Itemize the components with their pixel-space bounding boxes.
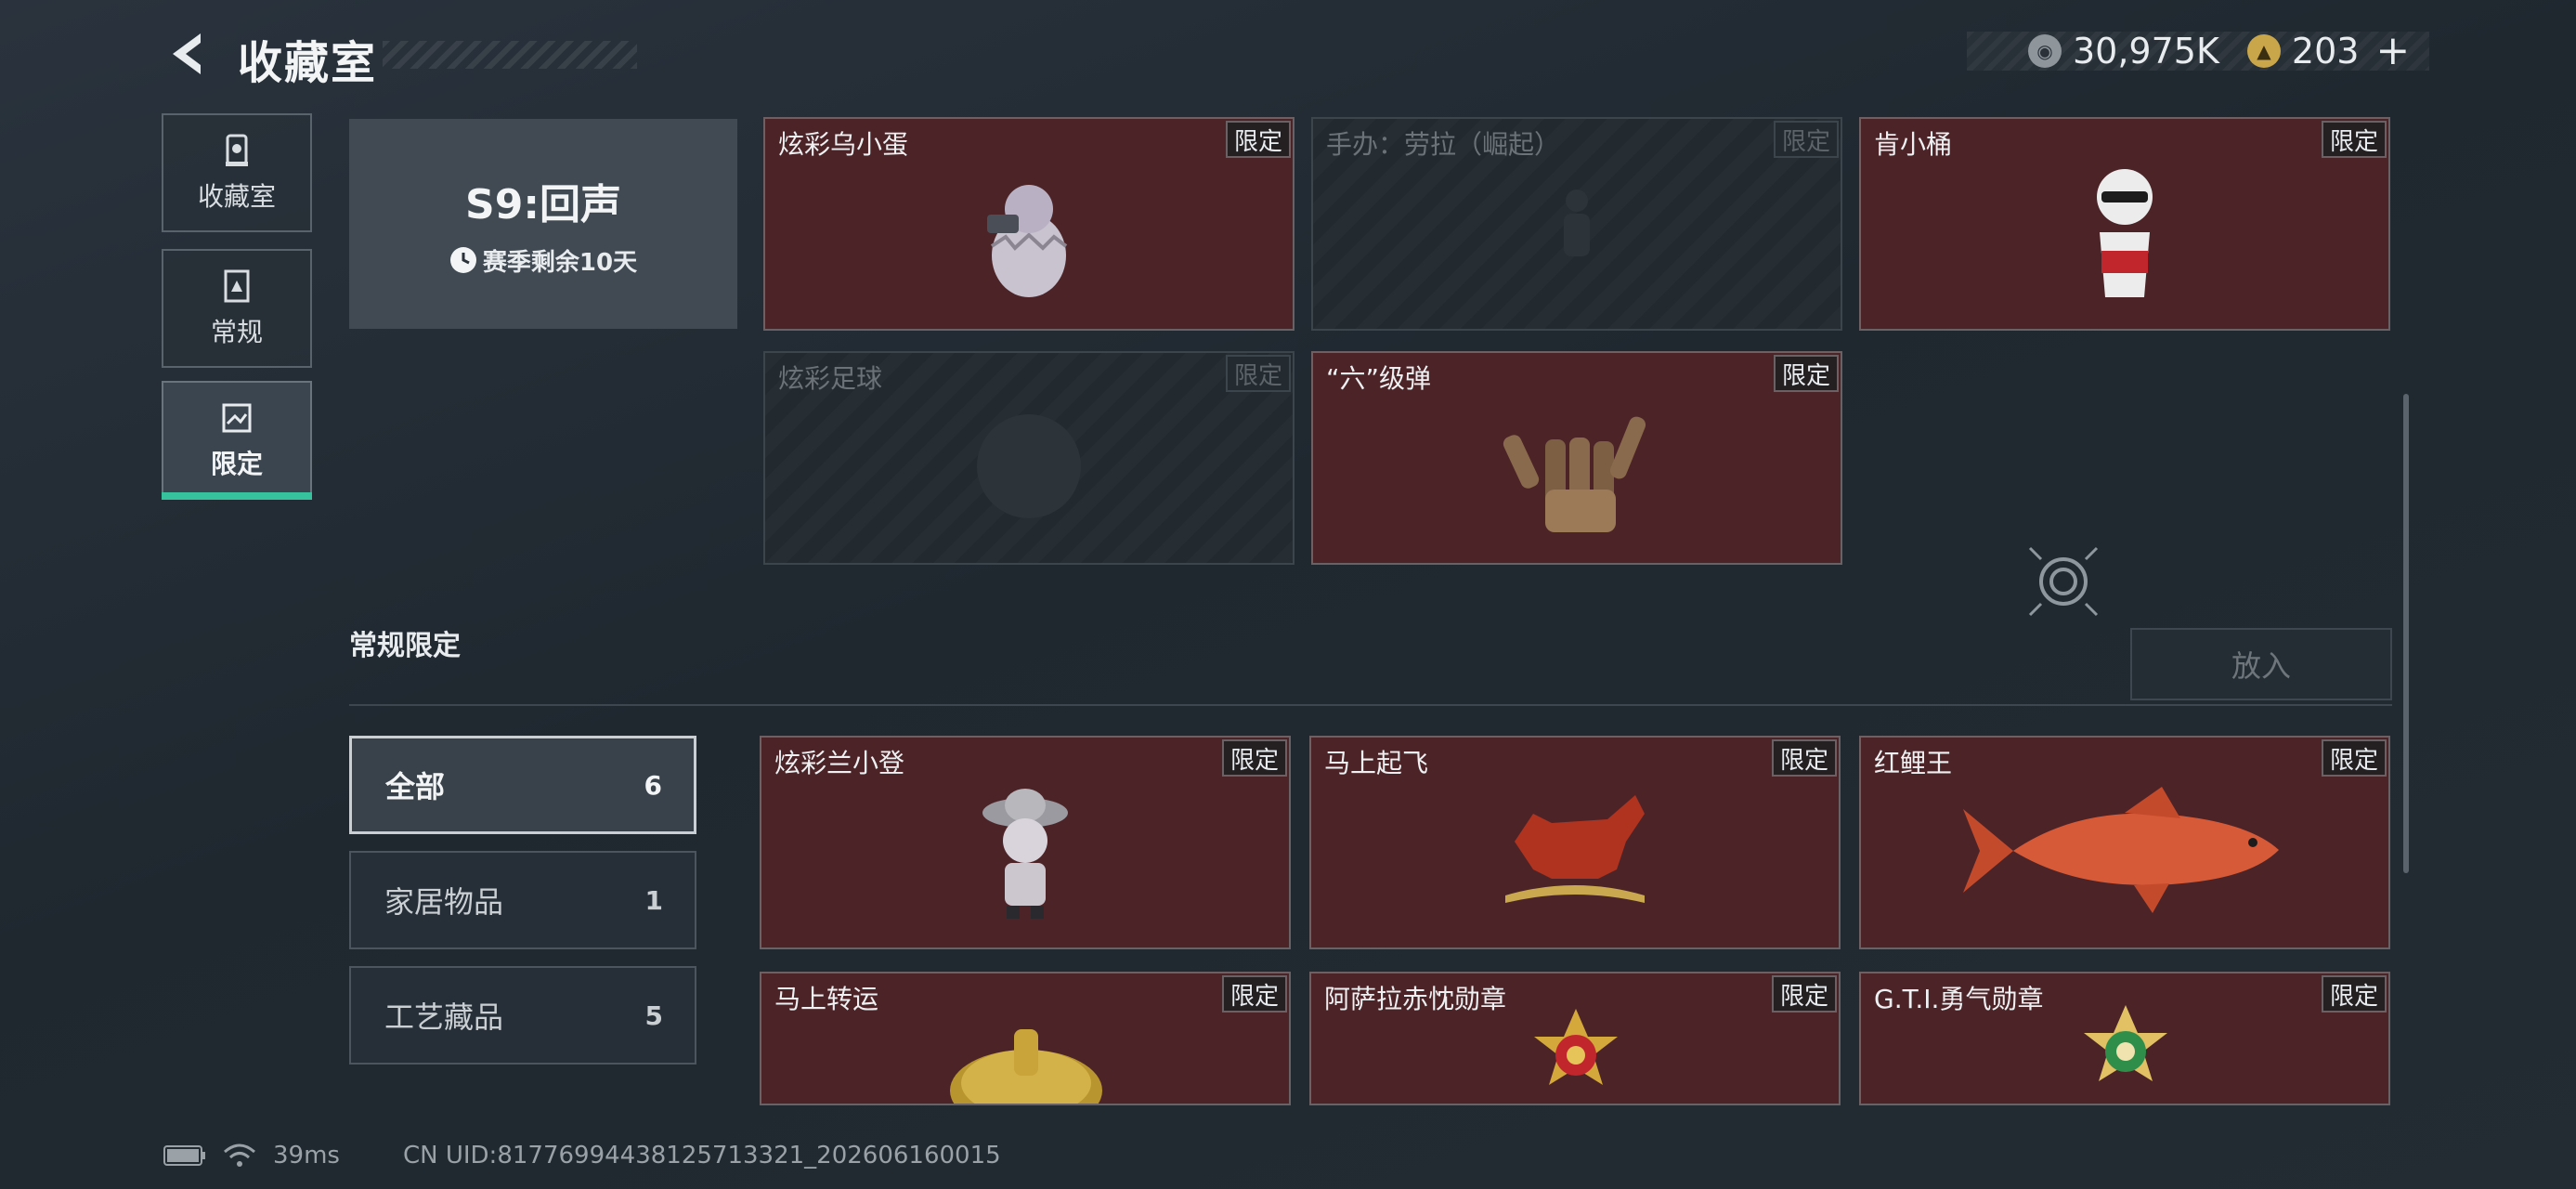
filter-count: 5 bbox=[644, 1000, 663, 1031]
filter-home-items[interactable]: 家居物品 1 bbox=[349, 851, 696, 949]
filter-label: 全部 bbox=[385, 769, 446, 804]
item-name: 手办：劳拉（崛起） bbox=[1326, 129, 1561, 160]
filter-crafts[interactable]: 工艺藏品 5 bbox=[349, 966, 696, 1065]
item-name: 肯小桶 bbox=[1874, 129, 1953, 160]
item-card[interactable]: G.T.I.勇气勋章 限定 bbox=[1859, 972, 2390, 1105]
item-card[interactable]: 马上起飞 限定 bbox=[1309, 736, 1841, 949]
filter-label: 工艺藏品 bbox=[384, 1000, 504, 1035]
season-title: S9:回声 bbox=[465, 180, 621, 229]
ping-text: 39ms bbox=[273, 1142, 340, 1169]
limited-badge: 限定 bbox=[1226, 121, 1291, 158]
medal-icon bbox=[2084, 1005, 2167, 1081]
limited-badge: 限定 bbox=[1222, 739, 1287, 777]
uid-text: CN UID:8177699443812571332​1_20260616001… bbox=[402, 1142, 1001, 1169]
filter-count: 6 bbox=[644, 769, 662, 801]
item-card[interactable]: 阿萨拉赤忱勋章 限定 bbox=[1309, 972, 1841, 1105]
status-bar: 39ms CN UID:8177699443812571332​1_202606… bbox=[163, 1137, 1001, 1174]
battery-icon bbox=[163, 1145, 205, 1166]
item-name: 阿萨拉赤忱勋章 bbox=[1324, 984, 1507, 1014]
target-icon[interactable] bbox=[2028, 546, 2099, 617]
section-title: 常规限定 bbox=[349, 630, 461, 662]
sidebar-item-label: 常规 bbox=[210, 317, 263, 347]
sidebar-item-limited[interactable]: 限定 bbox=[162, 381, 312, 500]
document-icon bbox=[224, 269, 250, 303]
season-remaining: 赛季剩余10天 bbox=[449, 243, 637, 278]
egg-figure-icon bbox=[987, 185, 1068, 298]
item-card[interactable]: 肯小桶 限定 bbox=[1859, 117, 2390, 331]
trophy-icon bbox=[226, 134, 248, 166]
gold-icon: ▲ bbox=[2246, 34, 2281, 68]
filter-label: 家居物品 bbox=[384, 884, 504, 920]
season-remaining-text: 赛季剩余10天 bbox=[482, 248, 638, 277]
limited-badge: 限定 bbox=[2322, 739, 2387, 777]
item-name: 红鲤王 bbox=[1874, 748, 1953, 778]
item-card[interactable]: 炫彩乌小蛋 限定 bbox=[763, 117, 1295, 331]
put-in-button[interactable]: 放入 bbox=[2130, 628, 2392, 700]
item-name: “六”级弹 bbox=[1326, 363, 1432, 394]
item-name: 炫彩乌小蛋 bbox=[778, 129, 909, 160]
wifi-icon bbox=[224, 1143, 255, 1167]
limited-badge: 限定 bbox=[1226, 355, 1291, 392]
page-title: 收藏室 bbox=[238, 37, 378, 89]
add-currency-icon[interactable]: + bbox=[2375, 31, 2410, 72]
filter-all[interactable]: 全部 6 bbox=[349, 736, 696, 834]
figure-silhouette-icon bbox=[1564, 189, 1590, 257]
sidebar-item-collection[interactable]: 收藏室 bbox=[162, 113, 312, 232]
item-name: 炫彩兰小登 bbox=[774, 748, 905, 778]
item-card[interactable]: “六”级弹 限定 bbox=[1311, 351, 1842, 565]
section-divider bbox=[349, 704, 2392, 706]
item-name: 马上转运 bbox=[774, 984, 879, 1014]
item-name: 马上起飞 bbox=[1324, 748, 1429, 778]
medal-icon bbox=[1534, 1009, 1618, 1085]
limited-badge: 限定 bbox=[2322, 975, 2387, 1013]
limited-icon bbox=[222, 403, 252, 433]
sidebar-item-regular[interactable]: 常规 bbox=[162, 249, 312, 368]
horse-figure-icon bbox=[1505, 795, 1645, 904]
sidebar-item-label: 限定 bbox=[210, 449, 263, 479]
limited-badge: 限定 bbox=[1222, 975, 1287, 1013]
hand-gesture-icon bbox=[1503, 416, 1646, 533]
title-decoration bbox=[383, 41, 637, 69]
limited-badge: 限定 bbox=[2322, 121, 2387, 158]
active-indicator bbox=[162, 492, 312, 500]
sombrero-figure-icon bbox=[982, 789, 1068, 920]
item-card[interactable]: 红鲤王 限定 bbox=[1859, 736, 2390, 949]
currency-bar: ◉ 30,975K ▲ 203 + bbox=[1967, 31, 2429, 72]
limited-badge: 限定 bbox=[1772, 739, 1837, 777]
item-card[interactable]: 炫彩兰小登 限定 bbox=[760, 736, 1291, 949]
filter-count: 1 bbox=[644, 884, 663, 916]
sidebar-item-label: 收藏室 bbox=[197, 181, 276, 212]
football-silhouette-icon bbox=[977, 414, 1081, 519]
carp-fish-icon bbox=[1963, 787, 2279, 914]
item-name: 炫彩足球 bbox=[778, 363, 883, 394]
coin-icon: ◉ bbox=[2028, 34, 2062, 68]
clock-icon bbox=[449, 247, 476, 273]
gold-amount: 203 bbox=[2291, 31, 2360, 72]
fortune-wheel-icon bbox=[950, 1029, 1102, 1104]
coin-amount: 30,975K bbox=[2073, 31, 2219, 72]
limited-badge: 限定 bbox=[1772, 975, 1837, 1013]
limited-badge: 限定 bbox=[1774, 355, 1839, 392]
item-card[interactable]: 手办：劳拉（崛起） 限定 bbox=[1311, 117, 1842, 331]
limited-badge: 限定 bbox=[1774, 121, 1839, 158]
scrollbar[interactable] bbox=[2403, 394, 2409, 873]
item-card[interactable]: 马上转运 限定 bbox=[760, 972, 1291, 1105]
bucket-figure-icon bbox=[2097, 169, 2153, 298]
item-name: G.T.I.勇气勋章 bbox=[1874, 984, 2044, 1014]
back-arrow-icon bbox=[173, 33, 201, 74]
back-button[interactable] bbox=[163, 28, 215, 80]
season-card: S9:回声 赛季剩余10天 bbox=[349, 119, 737, 329]
item-card[interactable]: 炫彩足球 限定 bbox=[763, 351, 1295, 565]
